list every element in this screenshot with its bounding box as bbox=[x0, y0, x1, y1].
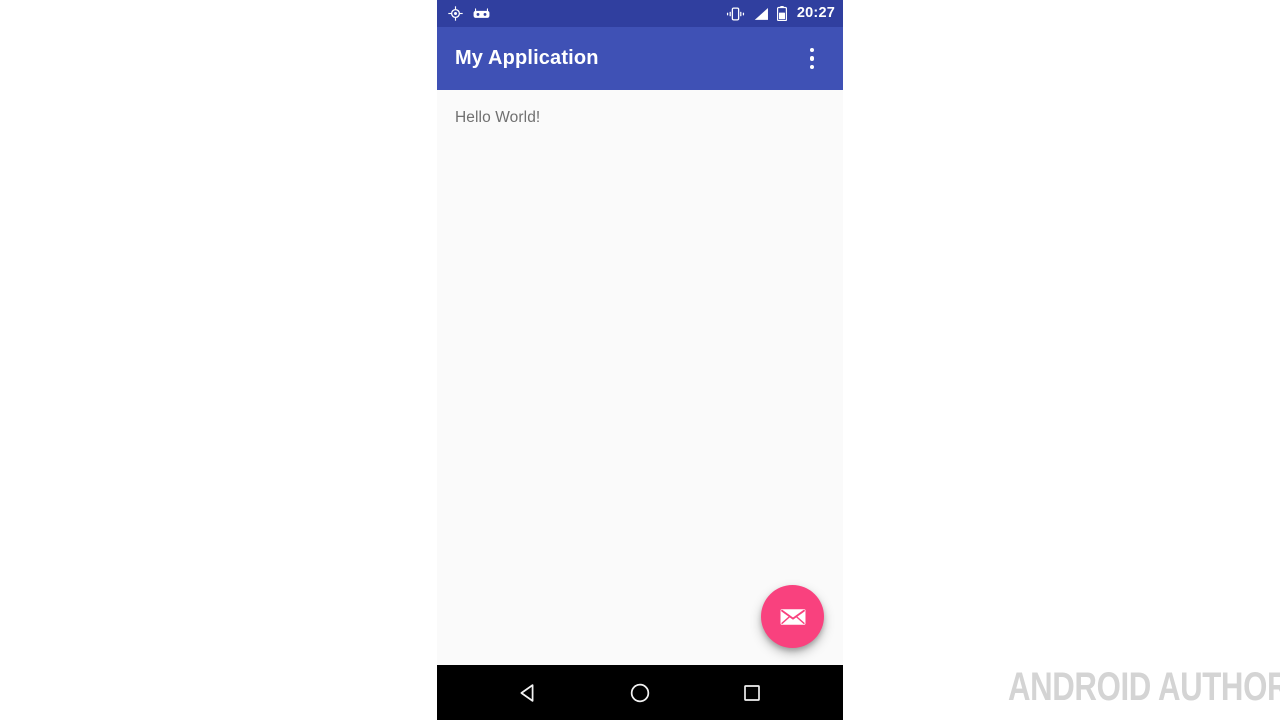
overflow-dot bbox=[809, 47, 815, 53]
screenshot-canvas: 20:27 My Application Hello World! ANDROI… bbox=[0, 0, 1280, 720]
status-bar: 20:27 bbox=[437, 0, 843, 27]
navigation-bar bbox=[437, 665, 843, 720]
adb-robot-icon bbox=[473, 8, 490, 18]
home-button[interactable] bbox=[612, 665, 668, 720]
circle-icon bbox=[630, 683, 650, 702]
status-bar-left-icons bbox=[448, 6, 490, 21]
status-bar-right-icons: 20:27 bbox=[726, 6, 835, 21]
app-bar-title: My Application bbox=[455, 47, 599, 69]
recents-button[interactable] bbox=[724, 665, 780, 720]
content-area: Hello World! bbox=[437, 90, 843, 665]
gps-location-icon bbox=[448, 6, 463, 21]
overflow-dot bbox=[809, 56, 815, 61]
battery-icon bbox=[776, 6, 787, 21]
email-envelope-icon bbox=[780, 608, 805, 625]
overflow-dot bbox=[809, 64, 815, 70]
status-bar-clock: 20:27 bbox=[796, 5, 835, 22]
hello-world-label: Hello World! bbox=[455, 109, 541, 126]
signal-strength-icon bbox=[754, 7, 768, 20]
floating-action-button[interactable] bbox=[761, 585, 824, 648]
android-authority-watermark: ANDROID AUTHORITY bbox=[1008, 665, 1280, 709]
overflow-menu-button[interactable] bbox=[795, 39, 829, 79]
app-bar: My Application bbox=[437, 27, 843, 90]
square-icon bbox=[744, 684, 760, 701]
vibrate-mode-icon bbox=[726, 7, 744, 20]
back-button[interactable] bbox=[500, 665, 556, 720]
triangle-left-icon bbox=[520, 683, 534, 702]
